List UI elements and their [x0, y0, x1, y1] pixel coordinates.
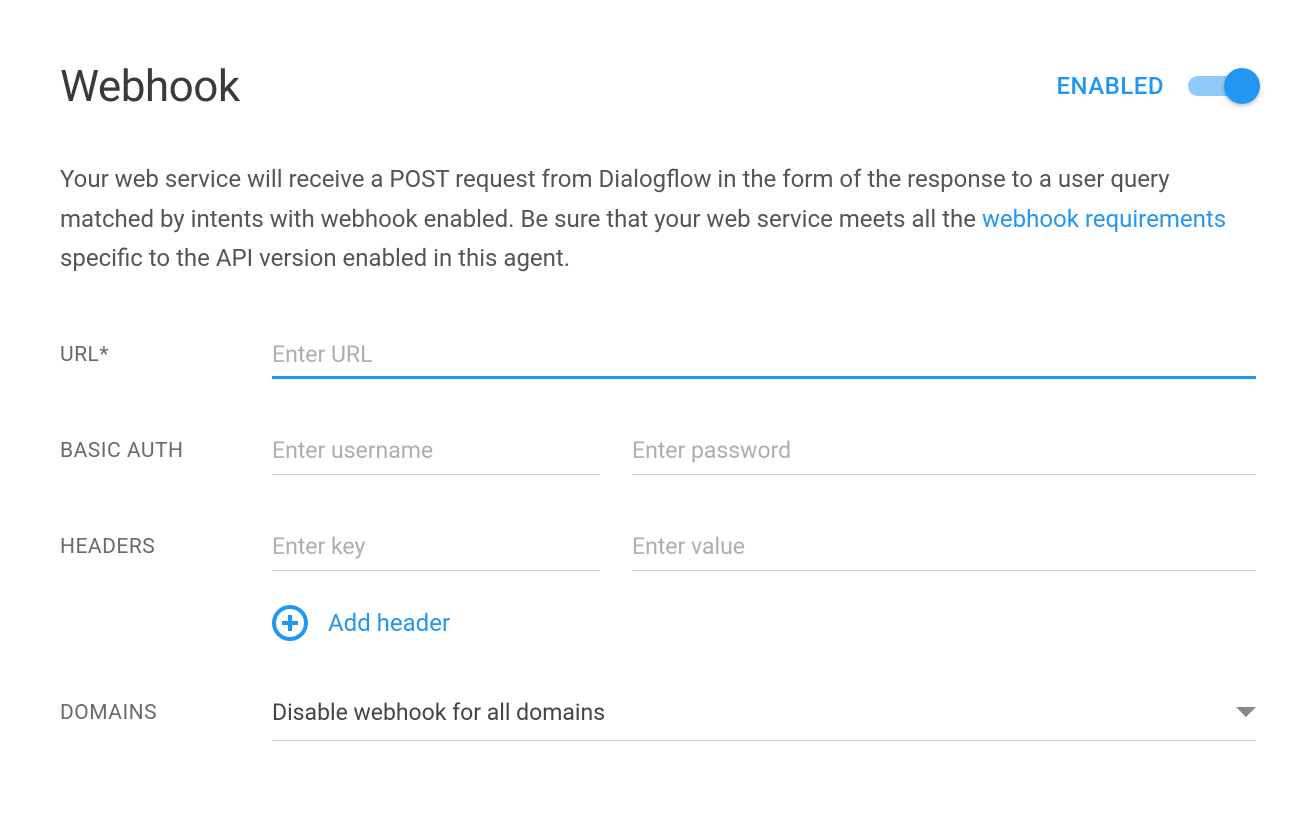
domains-select[interactable]: Disable webhook for all domains — [272, 693, 1256, 741]
page-title: Webhook — [60, 60, 240, 112]
domains-row: DOMAINS Disable webhook for all domains — [60, 693, 1256, 741]
url-row: URL* — [60, 335, 1256, 379]
enable-toggle-group: ENABLED — [1056, 72, 1256, 100]
plus-circle-icon — [272, 605, 308, 641]
password-input[interactable] — [632, 431, 1256, 475]
url-label: URL* — [60, 335, 272, 367]
chevron-down-icon — [1236, 707, 1256, 717]
domains-label: DOMAINS — [60, 693, 272, 725]
header-value-input[interactable] — [632, 527, 1256, 571]
header-key-input[interactable] — [272, 527, 600, 571]
headers-label: HEADERS — [60, 527, 272, 559]
webhook-description: Your web service will receive a POST req… — [60, 160, 1256, 279]
add-header-button[interactable]: Add header — [272, 605, 1256, 641]
basic-auth-label: BASIC AUTH — [60, 431, 272, 463]
username-input[interactable] — [272, 431, 600, 475]
domains-selected-value: Disable webhook for all domains — [272, 699, 605, 726]
add-header-label: Add header — [328, 609, 450, 637]
toggle-thumb — [1224, 68, 1260, 104]
description-text-after: specific to the API version enabled in t… — [60, 244, 570, 272]
enabled-label: ENABLED — [1056, 72, 1164, 100]
headers-row: HEADERS Add header — [60, 527, 1256, 641]
header-row: Webhook ENABLED — [60, 60, 1256, 112]
webhook-enable-toggle[interactable] — [1188, 72, 1256, 100]
url-input[interactable] — [272, 335, 1256, 379]
basic-auth-row: BASIC AUTH — [60, 431, 1256, 475]
webhook-requirements-link[interactable]: webhook requirements — [982, 205, 1226, 233]
